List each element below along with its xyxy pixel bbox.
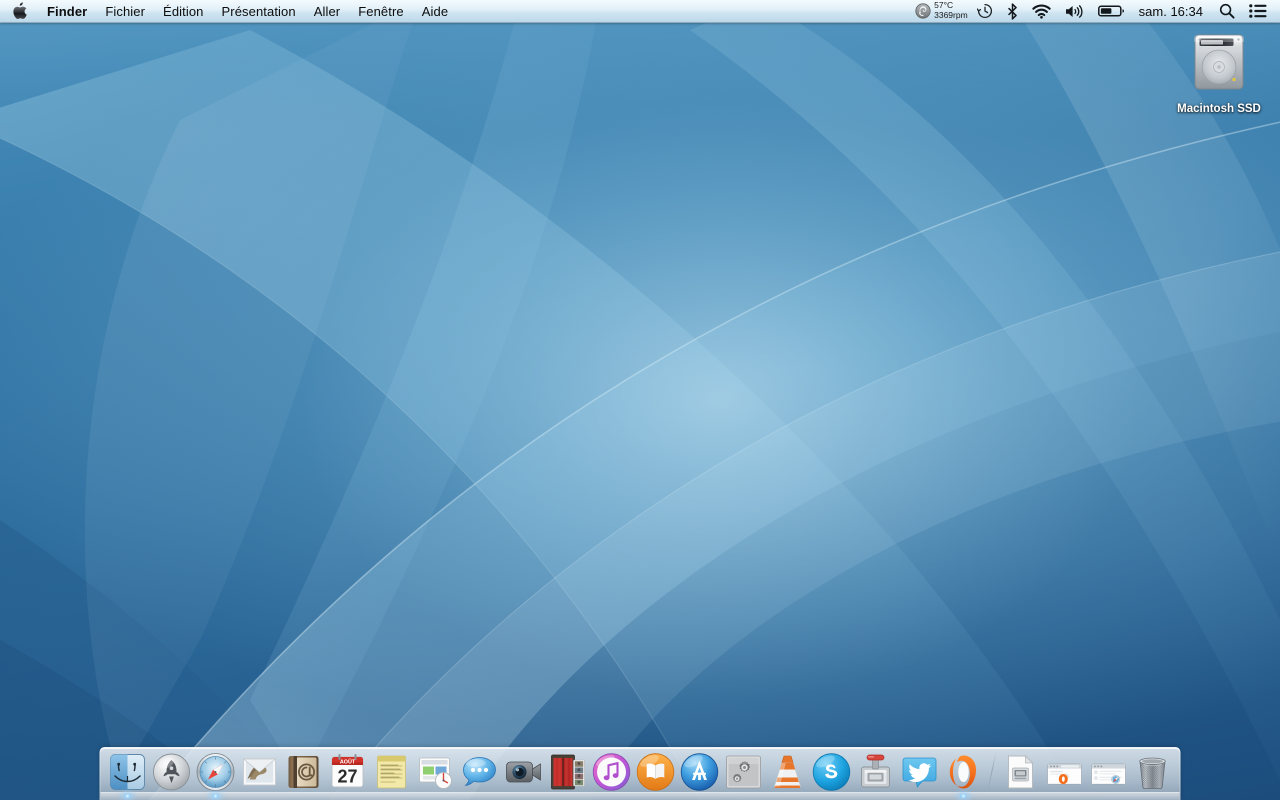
menu-presentation[interactable]: Présentation	[213, 0, 305, 22]
hard-drive-icon	[1186, 29, 1252, 100]
volume-icon	[1065, 4, 1084, 19]
reminders-icon	[419, 757, 452, 789]
calendar-day-label: 27	[337, 767, 357, 787]
bluetooth-menu-extra[interactable]	[1000, 0, 1025, 22]
menu-bar[interactable]: Finder Fichier Édition Présentation Alle…	[0, 0, 1280, 23]
safari-icon	[196, 753, 235, 791]
menu-fichier[interactable]: Fichier	[96, 0, 154, 22]
dock-item-safari[interactable]	[194, 748, 238, 798]
dock-item-vlc[interactable]	[766, 748, 810, 792]
dock-running-indicator	[210, 794, 221, 798]
facetime-icon	[506, 761, 541, 783]
menu-aide-label: Aide	[421, 3, 449, 19]
dock-item-trash[interactable]	[1131, 748, 1175, 792]
battery-icon	[1097, 4, 1125, 18]
dock-item-launchpad[interactable]	[150, 748, 194, 792]
volume-menu-extra[interactable]	[1058, 0, 1091, 22]
wifi-icon	[1032, 4, 1051, 19]
dock-item-twitter[interactable]	[898, 748, 942, 792]
ibooks-icon	[636, 753, 675, 791]
fan-control-readout[interactable]: 57°C 3369rpm	[931, 1, 970, 20]
wifi-menu-extra[interactable]	[1025, 0, 1058, 22]
dock-item-photobooth[interactable]	[546, 748, 590, 792]
menu-edition[interactable]: Édition	[154, 0, 212, 22]
time-machine-icon	[976, 3, 993, 19]
desktop-icon-macintosh-ssd[interactable]: Macintosh SSD	[1171, 29, 1267, 116]
downloads-stack-icon	[1008, 755, 1034, 789]
menu-fenetre[interactable]: Fenêtre	[349, 0, 413, 22]
dock-item-mail[interactable]	[238, 748, 282, 792]
dock-item-finder[interactable]	[106, 748, 150, 798]
dock-item-opera[interactable]	[942, 748, 986, 798]
dock-item-itunes[interactable]	[590, 748, 634, 792]
notes-icon	[377, 755, 406, 789]
dock-item-system-preferences[interactable]	[722, 748, 766, 792]
dock-item-reminders[interactable]	[414, 748, 458, 792]
photobooth-icon	[551, 754, 585, 790]
desktop-icon-label: Macintosh SSD	[1177, 103, 1261, 115]
dock-item-notes[interactable]	[370, 748, 414, 792]
minimized-window-safari-icon	[1091, 763, 1126, 785]
dock-item-contacts[interactable]	[282, 748, 326, 792]
menu-aller-label: Aller	[313, 3, 341, 19]
menu-finder[interactable]: Finder	[38, 0, 96, 22]
spotlight-menu-extra[interactable]	[1212, 0, 1242, 22]
menu-finder-label: Finder	[47, 3, 88, 19]
notification-center-icon	[1249, 4, 1267, 18]
fan-control-menu-extra[interactable]	[908, 0, 931, 22]
dock-item-ibooks[interactable]	[634, 748, 678, 792]
skype-icon	[812, 753, 851, 791]
menu-fichier-label: Fichier	[105, 3, 146, 19]
dock-item-messages[interactable]	[458, 748, 502, 792]
vlc-icon	[774, 755, 801, 788]
notification-center-menu-extra[interactable]	[1242, 0, 1274, 22]
twitter-icon	[902, 757, 937, 788]
dock-item-app-store[interactable]	[678, 748, 722, 792]
finder-icon	[110, 754, 145, 790]
dock-item-calendar[interactable]: AOÛT 27	[326, 748, 370, 792]
dock-separator	[986, 748, 999, 792]
dock-item-minimized-window-opera[interactable]	[1043, 748, 1087, 792]
bluetooth-icon	[1007, 2, 1018, 20]
dock-item-facetime[interactable]	[502, 748, 546, 792]
dock-item-minimized-window-safari[interactable]	[1087, 748, 1131, 792]
menu-presentation-label: Présentation	[221, 3, 296, 19]
apple-logo-icon	[12, 1, 27, 21]
system-preferences-icon	[726, 755, 761, 789]
desktop-icon-area[interactable]: Macintosh SSD	[0, 23, 1280, 800]
stuffit-expander-icon	[861, 754, 890, 788]
battery-menu-extra[interactable]	[1091, 0, 1132, 22]
dock-running-indicator	[958, 794, 969, 798]
time-machine-menu-extra[interactable]	[970, 0, 1000, 22]
dock-item-list: AOÛT 27	[100, 747, 1181, 800]
clock-text: sam. 16:34	[1138, 3, 1203, 19]
menu-edition-label: Édition	[163, 3, 204, 19]
menu-bar-clock[interactable]: sam. 16:34	[1132, 4, 1212, 19]
app-store-icon	[680, 753, 719, 791]
spotlight-search-icon	[1219, 3, 1235, 19]
dock-item-skype[interactable]	[810, 748, 854, 792]
itunes-icon	[592, 753, 631, 791]
trash-icon	[1139, 757, 1166, 789]
fan-speed-value: 3369rpm	[934, 10, 968, 20]
contacts-icon	[288, 756, 319, 788]
calendar-icon: AOÛT 27	[331, 754, 364, 788]
dock-item-downloads[interactable]	[999, 748, 1043, 792]
dock-running-indicator	[122, 794, 133, 798]
dock[interactable]: AOÛT 27	[99, 742, 1181, 800]
mail-icon	[242, 758, 277, 786]
apple-menu[interactable]	[0, 0, 38, 22]
messages-icon	[463, 757, 496, 787]
opera-icon	[949, 755, 976, 789]
minimized-window-opera-icon	[1047, 763, 1082, 785]
fan-control-icon	[915, 3, 931, 19]
launchpad-icon	[153, 753, 190, 791]
menu-bar-status-area: 57°C 3369rpm sam. 16:34	[908, 0, 1280, 22]
menu-bar-left: Finder Fichier Édition Présentation Alle…	[0, 0, 457, 22]
calendar-month-label: AOÛT	[340, 759, 356, 766]
menu-fenetre-label: Fenêtre	[358, 3, 404, 19]
dock-item-stuffit-expander[interactable]	[854, 748, 898, 792]
menu-aide[interactable]: Aide	[413, 0, 457, 22]
menu-aller[interactable]: Aller	[305, 0, 350, 22]
